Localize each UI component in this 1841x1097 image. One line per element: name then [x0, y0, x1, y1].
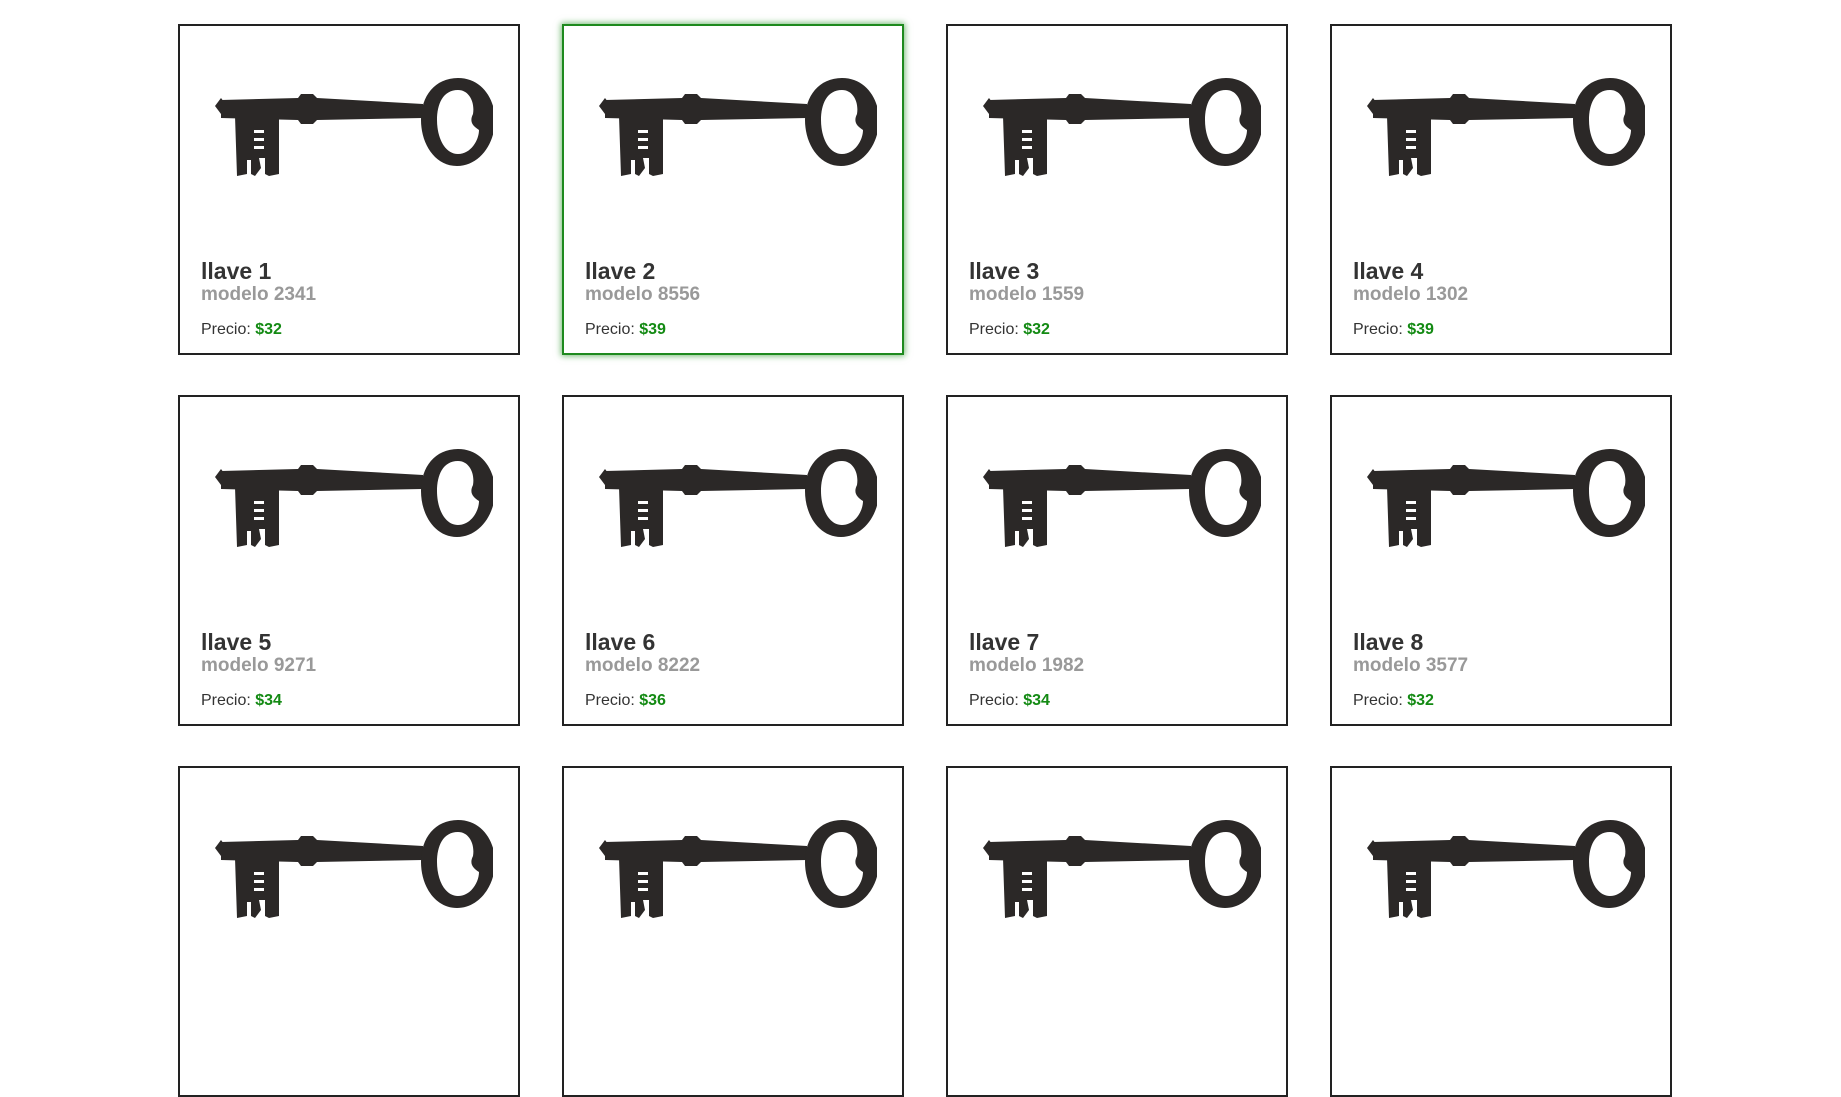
product-card[interactable]: llave 5 modelo 9271 Precio: $34: [178, 395, 520, 726]
product-card[interactable]: [562, 766, 904, 1097]
key-icon: [597, 78, 877, 178]
key-icon: [1365, 820, 1645, 920]
product-name: llave 1: [201, 258, 272, 284]
product-price: Precio: $32: [201, 321, 282, 339]
price-amount: $39: [639, 321, 666, 338]
product-model: modelo 9271: [201, 655, 317, 676]
product-card[interactable]: llave 7 modelo 1982 Precio: $34: [946, 395, 1288, 726]
product-price: Precio: $34: [201, 692, 282, 710]
product-price: Precio: $39: [585, 321, 666, 339]
product-name: llave 6: [585, 629, 656, 655]
product-card[interactable]: llave 6 modelo 8222 Precio: $36: [562, 395, 904, 726]
price-amount: $32: [1407, 692, 1434, 709]
product-name: llave 7: [969, 629, 1040, 655]
product-grid: llave 1 modelo 2341 Precio: $32 llave 2 …: [178, 24, 1674, 1097]
product-card[interactable]: llave 8 modelo 3577 Precio: $32: [1330, 395, 1672, 726]
product-price: Precio: $36: [585, 692, 666, 710]
product-card[interactable]: [178, 766, 520, 1097]
key-icon: [597, 820, 877, 920]
price-amount: $34: [255, 692, 282, 709]
product-model: modelo 3577: [1353, 655, 1469, 676]
product-price: Precio: $32: [969, 321, 1050, 339]
key-icon: [1365, 449, 1645, 549]
price-amount: $34: [1023, 692, 1050, 709]
product-card[interactable]: llave 1 modelo 2341 Precio: $32: [178, 24, 520, 355]
product-name: llave 3: [969, 258, 1040, 284]
product-card[interactable]: llave 4 modelo 1302 Precio: $39: [1330, 24, 1672, 355]
price-amount: $32: [1023, 321, 1050, 338]
price-amount: $39: [1407, 321, 1434, 338]
product-card[interactable]: [1330, 766, 1672, 1097]
product-name: llave 5: [201, 629, 272, 655]
product-card[interactable]: llave 2 modelo 8556 Precio: $39: [562, 24, 904, 355]
product-model: modelo 8556: [585, 284, 701, 305]
key-icon: [213, 78, 493, 178]
price-label: Precio:: [201, 321, 251, 338]
product-model: modelo 1982: [969, 655, 1085, 676]
product-price: Precio: $34: [969, 692, 1050, 710]
price-label: Precio:: [585, 692, 635, 709]
price-amount: $36: [639, 692, 666, 709]
product-model: modelo 8222: [585, 655, 701, 676]
product-model: modelo 2341: [201, 284, 317, 305]
product-name: llave 2: [585, 258, 656, 284]
key-icon: [1365, 78, 1645, 178]
price-label: Precio:: [585, 321, 635, 338]
price-label: Precio:: [201, 692, 251, 709]
price-amount: $32: [255, 321, 282, 338]
product-card[interactable]: [946, 766, 1288, 1097]
price-label: Precio:: [1353, 321, 1403, 338]
price-label: Precio:: [969, 321, 1019, 338]
key-icon: [981, 820, 1261, 920]
product-name: llave 4: [1353, 258, 1424, 284]
product-name: llave 8: [1353, 629, 1424, 655]
product-price: Precio: $39: [1353, 321, 1434, 339]
key-icon: [213, 820, 493, 920]
product-model: modelo 1302: [1353, 284, 1469, 305]
product-price: Precio: $32: [1353, 692, 1434, 710]
product-card[interactable]: llave 3 modelo 1559 Precio: $32: [946, 24, 1288, 355]
key-icon: [213, 449, 493, 549]
key-icon: [981, 449, 1261, 549]
price-label: Precio:: [1353, 692, 1403, 709]
product-model: modelo 1559: [969, 284, 1085, 305]
price-label: Precio:: [969, 692, 1019, 709]
key-icon: [981, 78, 1261, 178]
key-icon: [597, 449, 877, 549]
